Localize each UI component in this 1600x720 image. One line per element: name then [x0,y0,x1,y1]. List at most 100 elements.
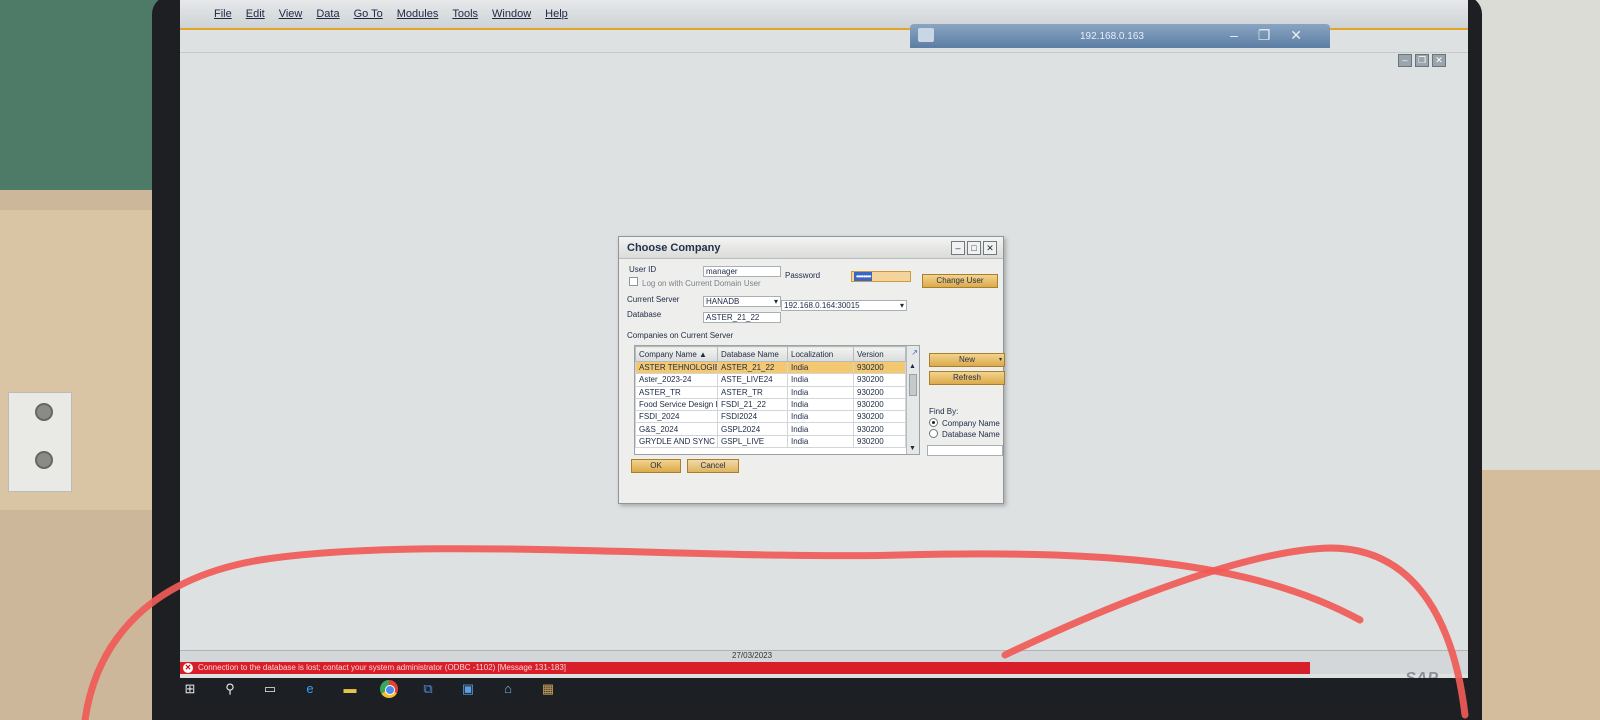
scroll-down-icon[interactable]: ▼ [909,445,916,452]
table-row[interactable]: ASTER TEHNOLOGIES ASTER_21_22 India 9302… [635,360,906,375]
table-row[interactable]: G&S_2024 GSPL2024 India 930200 [635,422,906,436]
restore-icon[interactable]: ❐ [1415,54,1429,67]
close-icon[interactable]: ✕ [1432,54,1446,67]
minimize-icon[interactable]: – [951,241,965,255]
cell-version: 930200 [853,360,906,375]
current-server-dropdown[interactable]: HANADB ▾ [703,296,781,307]
cell-company-name: G&S_2024 [635,422,718,436]
menu-modules[interactable]: Modules [397,8,439,20]
table-row[interactable]: GRYDLE AND SYNC PI GSPL_LIVE India 93020… [635,434,906,449]
status-date: 27/03/2023 [732,651,773,660]
windows-app-icon[interactable]: ▣ [458,680,478,698]
find-input[interactable] [927,445,1003,456]
edge-browser-icon[interactable]: e [300,680,320,698]
cell-database-name: FSDI2024 [717,410,788,424]
network-icon[interactable]: ⌂ [498,680,518,698]
sap-app-icon[interactable]: ▦ [538,680,558,698]
cell-database-name: GSPL2024 [717,422,788,436]
refresh-button[interactable]: Refresh [929,371,1005,385]
column-header-database-name[interactable]: Database Name [717,346,788,362]
scroll-up-icon[interactable]: ▲ [909,363,916,370]
table-row[interactable]: Aster_2023-24 ASTE_LIVE24 India 930200 [635,373,906,387]
cell-database-name: ASTER_21_22 [717,360,788,375]
choose-company-dialog: Choose Company – □ ✕ User ID manager Pas… [618,236,1005,504]
cell-database-name: ASTE_LIVE24 [717,373,788,387]
cell-database-name: GSPL_LIVE [717,434,788,449]
current-server-label: Current Server [627,295,680,304]
new-button[interactable]: New ▾ [929,353,1005,367]
error-message: Connection to the database is lost; cont… [198,663,567,672]
table-row[interactable]: Food Service Design I FSDI_21_22 India 9… [635,397,906,412]
minimize-icon[interactable]: – [1398,54,1412,67]
file-explorer-icon[interactable]: ▬ [340,680,360,698]
remote-window-controls[interactable]: – ❐ ✕ [1230,27,1310,44]
database-label: Database [627,310,662,319]
current-server-value: HANADB [706,297,740,306]
error-icon: ✕ [183,663,193,673]
cancel-button[interactable]: Cancel [687,459,739,473]
menu-window[interactable]: Window [492,8,531,20]
chrome-icon[interactable] [380,680,398,698]
cell-version: 930200 [853,434,906,449]
table-scrollbar[interactable]: ▲ ▼ [906,346,919,454]
maximize-icon[interactable]: □ [967,241,981,255]
column-header-company-name[interactable]: Company Name ▲ [635,346,718,362]
user-id-label: User ID [629,265,657,274]
column-header-localization[interactable]: Localization [787,346,854,362]
table-row[interactable]: ASTER_TR ASTER_TR India 930200 [635,385,906,399]
menu-tools[interactable]: Tools [452,8,478,20]
chevron-down-icon: ▾ [773,297,778,306]
taskbar: ⊞ ⚲ ▭ e ▬ ⧉ ▣ ⌂ ▦ [180,678,1468,700]
menu-data[interactable]: Data [316,8,339,20]
cell-version: 930200 [853,385,906,399]
cell-company-name: ASTER_TR [635,385,718,399]
menu-view[interactable]: View [279,8,303,20]
find-by-company-radio[interactable] [929,418,938,427]
cell-localization: India [787,397,854,412]
password-field[interactable]: •••••••• [851,271,911,282]
cell-localization: India [787,410,854,424]
error-message-bar[interactable]: ✕ Connection to the database is lost; co… [180,662,1310,674]
cell-localization: India [787,360,854,375]
divider [180,52,1468,53]
find-by-database-label: Database Name [942,430,1000,439]
menu-help[interactable]: Help [545,8,568,20]
change-user-button[interactable]: Change User [922,274,998,288]
expand-icon[interactable]: ↗ [911,348,918,357]
cell-version: 930200 [853,422,906,436]
password-value: •••••••• [854,272,873,281]
close-icon[interactable]: ✕ [983,241,997,255]
companies-label: Companies on Current Server [627,331,734,340]
search-icon[interactable]: ⚲ [220,680,240,698]
cell-company-name: Aster_2023-24 [635,373,718,387]
windows-start-icon[interactable]: ⊞ [180,680,200,698]
column-header-version[interactable]: Version [853,346,906,362]
companies-table: Company Name ▲ Database Name Localizatio… [634,345,920,455]
database-field[interactable]: ASTER_21_22 [703,312,781,323]
wall-plate [8,392,72,492]
find-by-database-radio[interactable] [929,429,938,438]
menu-file[interactable]: File [214,8,232,20]
menu-edit[interactable]: Edit [246,8,265,20]
app-window-controls: – ❐ ✕ [1398,54,1446,67]
user-id-field[interactable]: manager [703,266,781,277]
chevron-down-icon: ▾ [899,301,904,310]
cell-localization: India [787,422,854,436]
scrollbar-thumb[interactable] [909,374,917,396]
ok-button[interactable]: OK [631,459,681,473]
chevron-down-icon: ▾ [998,357,1002,363]
table-row[interactable]: FSDI_2024 FSDI2024 India 930200 [635,410,906,424]
network-app-icon[interactable]: ⧉ [418,680,438,698]
screen: File Edit View Data Go To Modules Tools … [180,0,1468,700]
menu-goto[interactable]: Go To [354,8,383,20]
cell-localization: India [787,373,854,387]
server-address-dropdown[interactable]: 192.168.0.164:30015 ▾ [781,300,907,311]
server-address-value: 192.168.0.164:30015 [784,301,860,310]
dialog-title: Choose Company [619,237,1003,259]
pin-icon[interactable] [918,28,934,42]
domain-logon-checkbox[interactable] [629,277,638,286]
cell-database-name: FSDI_21_22 [717,397,788,412]
domain-logon-label: Log on with Current Domain User [642,279,761,288]
cell-company-name: Food Service Design I [635,397,718,412]
task-view-icon[interactable]: ▭ [260,680,280,698]
